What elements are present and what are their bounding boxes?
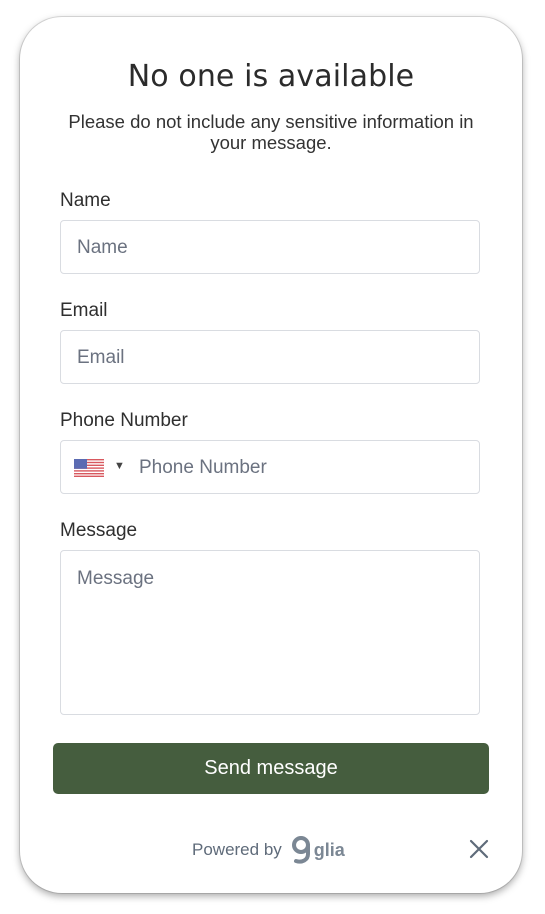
phone-placeholder: Phone Number xyxy=(139,457,267,478)
email-placeholder: Email xyxy=(77,347,125,368)
contact-dialog: No one is available Please do not includ… xyxy=(20,17,522,893)
close-icon[interactable] xyxy=(467,837,491,861)
dialog-subtitle: Please do not include any sensitive info… xyxy=(68,111,474,153)
message-label: Message xyxy=(60,520,138,541)
phone-input[interactable]: ▼ Phone Number xyxy=(60,440,480,494)
powered-by-text: Powered by xyxy=(192,840,282,859)
glia-logo-icon xyxy=(291,836,310,864)
name-input[interactable]: Name xyxy=(60,220,480,274)
phone-label: Phone Number xyxy=(60,410,188,431)
name-label: Name xyxy=(60,190,111,211)
message-placeholder: Message xyxy=(77,568,155,589)
us-flag-icon[interactable] xyxy=(74,459,104,477)
glia-logo: glia xyxy=(290,835,345,865)
send-message-button[interactable]: Send message xyxy=(53,743,489,794)
powered-by: Powered by glia xyxy=(192,834,345,866)
message-textarea[interactable]: Message xyxy=(60,550,480,715)
country-dropdown-caret-icon[interactable]: ▼ xyxy=(114,460,125,472)
glia-brand-text: glia xyxy=(313,839,345,860)
email-label: Email xyxy=(60,300,108,321)
dialog-title: No one is available xyxy=(127,59,415,94)
email-input[interactable]: Email xyxy=(60,330,480,384)
name-placeholder: Name xyxy=(77,237,128,258)
